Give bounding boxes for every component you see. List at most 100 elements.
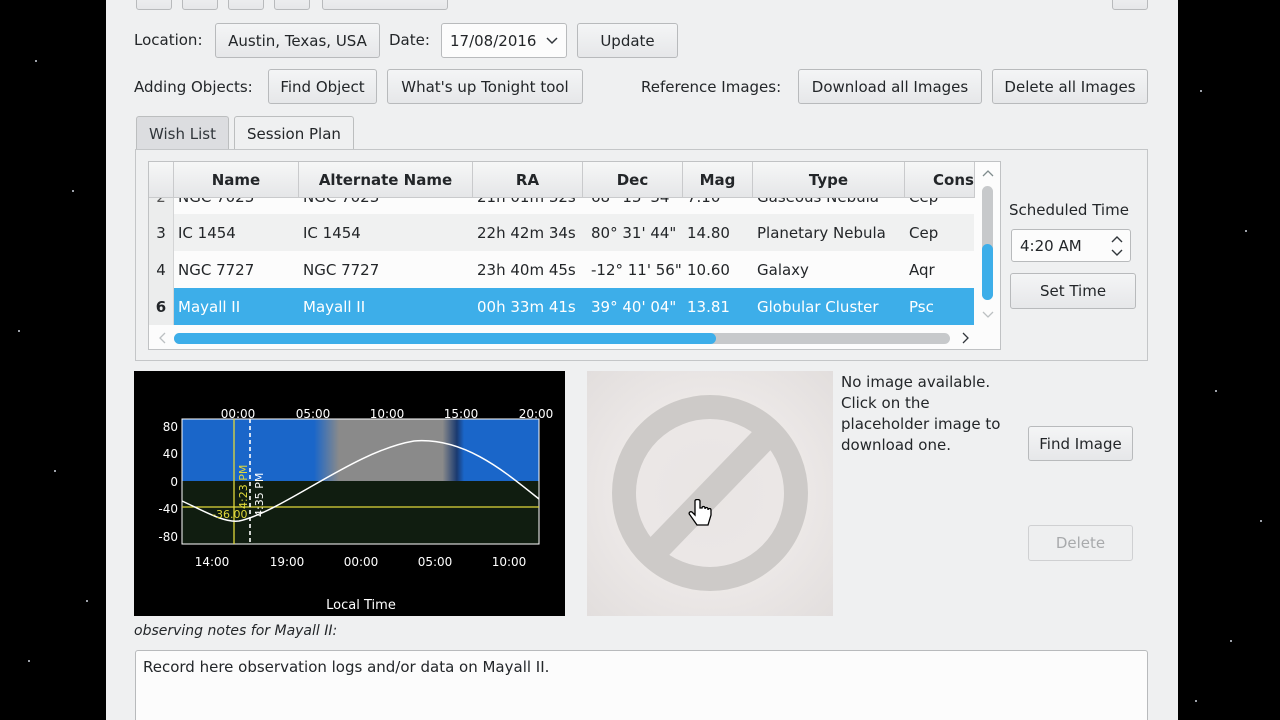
observation-planner-window: Location: Austin, Texas, USA Date: 17/08… xyxy=(106,0,1178,720)
table-cell-ra: 23h 40m 45s xyxy=(477,260,576,279)
toolbar-button-1[interactable] xyxy=(136,0,172,10)
date-edit[interactable]: 17/08/2016 xyxy=(441,23,567,58)
table-cell-type: Galaxy xyxy=(757,260,809,279)
observing-notes-textarea[interactable]: Record here observation logs and/or data… xyxy=(135,650,1148,720)
whats-up-tonight-button[interactable]: What's up Tonight tool xyxy=(387,69,583,104)
date-value: 17/08/2016 xyxy=(450,31,537,50)
bottom-tick-label: 10:00 xyxy=(492,555,527,569)
hand-cursor-icon xyxy=(688,499,712,526)
y-tick-label: 40 xyxy=(163,447,178,461)
table-cell-name: IC 1454 xyxy=(178,223,236,242)
table-cell-mag: 13.81 xyxy=(687,297,730,316)
find-image-label: Find Image xyxy=(1039,434,1122,453)
bottom-tick-label: 19:00 xyxy=(270,555,305,569)
spin-up-down-icon[interactable] xyxy=(1110,233,1124,259)
column-header-name[interactable]: Name xyxy=(174,162,299,198)
altitude-plot[interactable]: 80 40 0 -40 -80 00:00 05:00 10:00 15:00 20:00 14… xyxy=(134,371,565,616)
column-header-mag[interactable]: Mag xyxy=(683,162,753,198)
vertical-scrollbar[interactable] xyxy=(975,162,1001,328)
column-header-dec[interactable]: Dec xyxy=(583,162,683,198)
date-label: Date: xyxy=(389,31,430,49)
whats-up-tonight-label: What's up Tonight tool xyxy=(401,77,569,96)
top-tick-label: 00:00 xyxy=(221,407,256,421)
scroll-left-icon[interactable] xyxy=(153,326,173,350)
top-tick-label: 10:00 xyxy=(370,407,405,421)
tab-wish-list-label: Wish List xyxy=(149,124,216,143)
update-label: Update xyxy=(600,31,655,50)
bottom-tick-label: 14:00 xyxy=(195,555,230,569)
table-cell-ra: 22h 42m 34s xyxy=(477,223,576,242)
toolbar-button-3[interactable] xyxy=(228,0,264,10)
scheduled-time-spinbox[interactable]: 4:20 AM xyxy=(1011,229,1131,262)
delete-all-label: Delete all Images xyxy=(1004,77,1136,96)
marker-label-2: 4:35 PM xyxy=(253,473,266,517)
tab-session-plan[interactable]: Session Plan xyxy=(234,116,354,151)
no-image-icon xyxy=(612,395,808,591)
toolbar-button-6[interactable] xyxy=(1112,0,1148,10)
horizontal-scrollbar-handle[interactable] xyxy=(174,333,716,344)
y-tick-label: -80 xyxy=(158,530,178,544)
table-cell-dec: -12° 11' 56" xyxy=(591,260,682,279)
update-button[interactable]: Update xyxy=(577,23,678,58)
session-plan-table[interactable]: 2 NGC 7023 NGC 7023 21h 01m 32s 68° 13' … xyxy=(148,161,1001,350)
notes-text: Record here observation logs and/or data… xyxy=(143,658,550,676)
column-header-alternate-name[interactable]: Alternate Name xyxy=(299,162,473,198)
toolbar-button-4[interactable] xyxy=(274,0,310,10)
delete-all-images-button[interactable]: Delete all Images xyxy=(992,69,1148,104)
tab-wish-list[interactable]: Wish List xyxy=(136,116,229,150)
chevron-down-icon[interactable] xyxy=(546,32,558,52)
header-corner xyxy=(149,162,174,198)
scroll-up-icon[interactable] xyxy=(975,164,1001,184)
bottom-tick-label: 00:00 xyxy=(344,555,379,569)
scheduled-time-value: 4:20 AM xyxy=(1020,236,1082,255)
set-time-label: Set Time xyxy=(1039,282,1107,300)
table-cell-cons: Psc xyxy=(909,297,934,316)
top-tick-label: 15:00 xyxy=(444,407,479,421)
min-altitude-label: -36.00 xyxy=(212,508,247,521)
adding-objects-label: Adding Objects: xyxy=(134,78,253,96)
table-cell-name: NGC 7727 xyxy=(178,260,255,279)
table-cell-cons: Aqr xyxy=(909,260,935,279)
table-cell-alt: NGC 7727 xyxy=(303,260,380,279)
toolbar-button-5[interactable] xyxy=(322,0,448,10)
y-tick-label: -40 xyxy=(158,502,178,516)
reference-images-label: Reference Images: xyxy=(641,78,782,96)
delete-image-label: Delete xyxy=(1055,534,1106,552)
set-time-button[interactable]: Set Time xyxy=(1010,273,1136,309)
table-cell-dec: 39° 40' 04" xyxy=(591,297,677,316)
row-number: 3 xyxy=(149,214,174,251)
download-all-images-button[interactable]: Download all Images xyxy=(798,69,982,104)
horizontal-scrollbar[interactable] xyxy=(149,326,1000,350)
top-tick-label: 05:00 xyxy=(296,407,331,421)
table-cell-alt: Mayall II xyxy=(303,297,366,316)
bottom-tick-label: 05:00 xyxy=(418,555,453,569)
scroll-down-icon[interactable] xyxy=(975,304,1001,324)
row-number: 4 xyxy=(149,251,174,288)
placeholder-image[interactable] xyxy=(587,371,833,616)
find-object-label: Find Object xyxy=(280,77,365,96)
table-cell-type: Globular Cluster xyxy=(757,297,879,316)
x-axis-label: Local Time xyxy=(326,598,396,613)
location-label: Location: xyxy=(134,31,203,49)
table-cell-mag: 10.60 xyxy=(687,260,730,279)
altitude-plot-svg: 80 40 0 -40 -80 00:00 05:00 10:00 15:00 20:00 14… xyxy=(158,407,554,613)
find-image-button[interactable]: Find Image xyxy=(1028,426,1133,461)
row-number: 6 xyxy=(149,288,174,325)
location-button[interactable]: Austin, Texas, USA xyxy=(215,23,380,58)
scroll-right-icon[interactable] xyxy=(955,326,975,350)
find-object-button[interactable]: Find Object xyxy=(268,69,377,104)
column-header-cons[interactable]: Cons xyxy=(905,162,975,198)
table-cell-alt: IC 1454 xyxy=(303,223,361,242)
tab-session-plan-label: Session Plan xyxy=(247,125,341,143)
column-header-type[interactable]: Type xyxy=(753,162,905,198)
location-value: Austin, Texas, USA xyxy=(228,31,367,50)
top-tick-label: 20:00 xyxy=(519,407,554,421)
delete-image-button[interactable]: Delete xyxy=(1028,525,1133,561)
vertical-scrollbar-handle[interactable] xyxy=(982,244,993,300)
table-cell-dec: 80° 31' 44" xyxy=(591,223,677,242)
no-image-message: No image available. Click on the placeho… xyxy=(841,373,1001,454)
marker-label-1: 4:23 PM xyxy=(237,465,250,509)
toolbar-button-2[interactable] xyxy=(182,0,218,10)
column-header-ra[interactable]: RA xyxy=(473,162,583,198)
table-cell-name: Mayall II xyxy=(178,297,241,316)
